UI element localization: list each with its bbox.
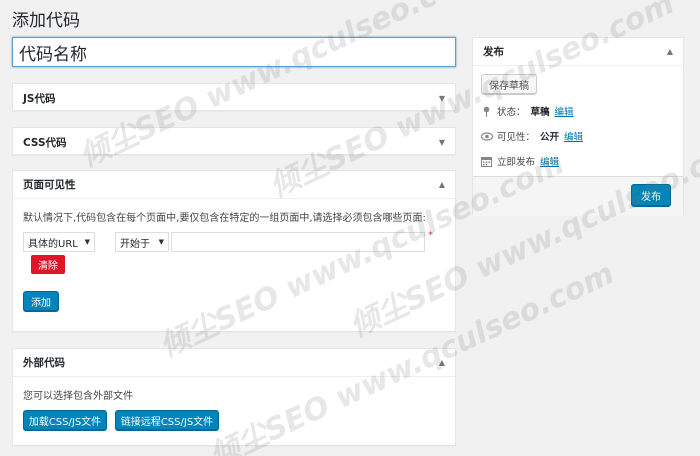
collapse-arrow-icon[interactable]: ▼ xyxy=(439,138,445,147)
code-name-input[interactable] xyxy=(12,37,456,67)
page-title: 添加代码 xyxy=(12,11,80,31)
required-mark: * xyxy=(428,230,433,241)
css-code-box: CSS代码 ▼ xyxy=(12,127,456,155)
url-type-select[interactable]: 具体的URL ▼ xyxy=(23,232,95,252)
visibility-row: 可见性： 公开 编辑 xyxy=(480,129,583,143)
expand-arrow-icon[interactable]: ▲ xyxy=(667,47,673,56)
js-code-title: JS代码 xyxy=(23,92,56,105)
visibility-description: 默认情况下,代码包含在每个页面中,要仅包含在特定的一组页面中,请选择必须包含哪些… xyxy=(23,213,426,224)
visibility-edit-link[interactable]: 编辑 xyxy=(564,129,583,143)
status-label: 状态： xyxy=(497,107,526,118)
pin-icon xyxy=(481,106,492,117)
schedule-edit-link[interactable]: 编辑 xyxy=(540,154,559,168)
external-code-header[interactable]: 外部代码 ▲ xyxy=(13,349,455,377)
publish-title: 发布 xyxy=(483,46,504,58)
chevron-down-icon: ▼ xyxy=(158,238,164,246)
css-code-header[interactable]: CSS代码 ▼ xyxy=(13,128,455,156)
calendar-icon xyxy=(481,156,492,167)
match-type-select[interactable]: 开始于 ▼ xyxy=(115,232,169,252)
js-code-box: JS代码 ▼ xyxy=(12,83,456,111)
link-remote-css-js-button[interactable]: 链接远程CSS/JS文件 xyxy=(115,410,219,430)
collapse-arrow-icon[interactable]: ▼ xyxy=(439,94,445,103)
page-visibility-title: 页面可见性 xyxy=(23,179,76,191)
expand-arrow-icon[interactable]: ▲ xyxy=(439,358,445,367)
page-visibility-box: 页面可见性 ▲ 默认情况下,代码包含在每个页面中,要仅包含在特定的一组页面中,请… xyxy=(12,170,456,332)
status-value: 草稿 xyxy=(530,107,550,118)
status-row: 状态： 草稿 编辑 xyxy=(481,104,574,118)
add-button[interactable]: 添加 xyxy=(23,291,59,311)
publish-box: 发布 ▲ 保存草稿 状态： 草稿 编辑 可见性： 公开 编辑 立即发布 编辑 发… xyxy=(472,37,684,216)
publish-button[interactable]: 发布 xyxy=(631,184,671,206)
status-edit-link[interactable]: 编辑 xyxy=(555,104,574,118)
load-css-js-button[interactable]: 加载CSS/JS文件 xyxy=(23,410,107,430)
clear-button[interactable]: 清除 xyxy=(31,255,65,274)
publish-header[interactable]: 发布 ▲ xyxy=(473,38,683,66)
eye-icon xyxy=(480,131,494,142)
css-code-title: CSS代码 xyxy=(23,136,67,149)
chevron-down-icon: ▼ xyxy=(84,238,90,246)
visibility-value: 公开 xyxy=(540,132,560,143)
url-value-input[interactable] xyxy=(171,232,425,252)
save-draft-button[interactable]: 保存草稿 xyxy=(481,74,537,94)
visibility-label: 可见性： xyxy=(497,132,536,143)
js-code-header[interactable]: JS代码 ▼ xyxy=(13,84,455,112)
external-code-box: 外部代码 ▲ 您可以选择包含外部文件 加载CSS/JS文件 链接远程CSS/JS… xyxy=(12,348,456,446)
external-code-title: 外部代码 xyxy=(23,357,65,369)
schedule-row: 立即发布 编辑 xyxy=(481,154,559,168)
schedule-label: 立即发布 xyxy=(497,157,536,168)
expand-arrow-icon[interactable]: ▲ xyxy=(439,180,445,189)
page-visibility-header[interactable]: 页面可见性 ▲ xyxy=(13,171,455,199)
external-description: 您可以选择包含外部文件 xyxy=(23,391,133,402)
